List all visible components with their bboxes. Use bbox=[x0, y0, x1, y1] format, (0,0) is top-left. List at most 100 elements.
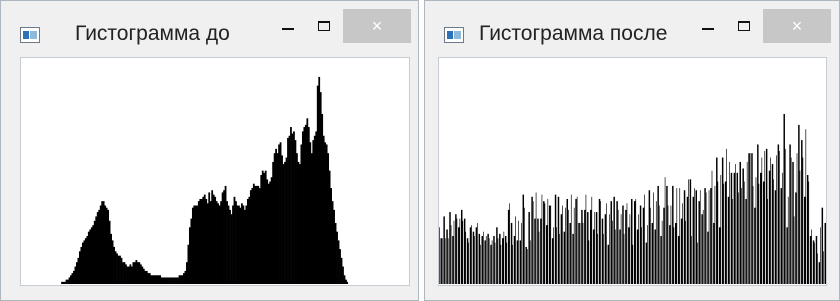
histogram-bar bbox=[482, 231, 484, 284]
histogram-bar bbox=[669, 225, 671, 284]
histogram-bar bbox=[774, 190, 777, 284]
histogram-bar bbox=[691, 236, 692, 284]
maximize-button[interactable] bbox=[731, 11, 757, 41]
histogram-bar bbox=[509, 203, 511, 284]
histogram-bar bbox=[622, 205, 624, 284]
histogram-bar bbox=[793, 216, 795, 284]
histogram-bar bbox=[667, 205, 669, 284]
histogram-bar bbox=[543, 201, 545, 284]
histogram-bar bbox=[767, 198, 769, 284]
histogram-bar bbox=[579, 222, 581, 284]
maximize-button[interactable] bbox=[311, 11, 337, 41]
histogram-bar bbox=[603, 233, 604, 284]
close-button[interactable]: × bbox=[763, 9, 831, 43]
histogram-bar bbox=[563, 231, 566, 284]
histogram-bar bbox=[738, 192, 739, 284]
histogram-bar bbox=[673, 227, 675, 284]
histogram-bar bbox=[528, 212, 530, 284]
minimize-icon bbox=[702, 28, 714, 30]
histogram-bar bbox=[776, 155, 777, 284]
histogram-bar bbox=[761, 157, 763, 284]
histogram-bar bbox=[654, 229, 656, 284]
histogram-bar bbox=[553, 227, 555, 284]
histogram-bar bbox=[644, 194, 645, 284]
histogram-bar bbox=[714, 185, 716, 284]
histogram-bar bbox=[600, 201, 601, 284]
histogram-bar bbox=[462, 220, 464, 284]
histogram-bar bbox=[695, 190, 697, 284]
histogram-bar bbox=[503, 231, 505, 284]
histogram-bar bbox=[591, 196, 593, 284]
histogram-bar bbox=[798, 124, 800, 284]
histogram-bar bbox=[796, 153, 798, 284]
histogram-bar bbox=[616, 201, 618, 284]
histogram-bar bbox=[817, 253, 818, 284]
histogram-bar bbox=[653, 192, 654, 284]
histogram-bar bbox=[764, 151, 766, 284]
histogram-bar bbox=[676, 188, 678, 284]
histogram-bar bbox=[680, 218, 683, 284]
histogram-bar bbox=[713, 222, 715, 284]
minimize-button[interactable] bbox=[695, 11, 721, 41]
histogram-bar bbox=[606, 203, 607, 284]
histogram-bar bbox=[704, 188, 706, 284]
histogram-bar bbox=[458, 227, 460, 284]
histogram-bar bbox=[754, 207, 756, 284]
app-icon bbox=[20, 27, 40, 43]
histogram-bar bbox=[465, 231, 467, 284]
histogram-bar bbox=[716, 157, 718, 284]
minimize-button[interactable] bbox=[275, 11, 301, 41]
histogram-bar bbox=[576, 196, 578, 284]
histogram-bar bbox=[466, 238, 469, 284]
histogram-before-chart bbox=[61, 76, 349, 285]
histogram-bar bbox=[710, 188, 712, 284]
histogram-bar bbox=[619, 229, 621, 284]
histogram-bar bbox=[802, 157, 804, 284]
histogram-bar bbox=[546, 225, 548, 284]
histogram-bar bbox=[745, 198, 747, 284]
histogram-bar bbox=[534, 218, 536, 284]
histogram-canvas bbox=[20, 57, 410, 286]
histogram-bar bbox=[522, 194, 525, 284]
histogram-bar bbox=[795, 192, 797, 284]
histogram-bar bbox=[532, 201, 534, 284]
histogram-bar bbox=[481, 236, 483, 284]
histogram-bar bbox=[809, 236, 812, 284]
histogram-bar bbox=[578, 222, 580, 284]
histogram-bar bbox=[777, 144, 780, 284]
histogram-bar bbox=[455, 214, 457, 284]
histogram-bar bbox=[784, 148, 786, 284]
histogram-bar bbox=[625, 209, 627, 284]
close-button[interactable]: × bbox=[343, 9, 411, 43]
histogram-bar bbox=[743, 181, 745, 284]
histogram-bar bbox=[444, 238, 446, 284]
title-bar[interactable]: Гистограмма после × bbox=[425, 1, 839, 53]
histogram-bar bbox=[685, 220, 686, 284]
title-bar[interactable]: Гистограмма до × bbox=[1, 1, 418, 53]
histogram-bar bbox=[493, 236, 495, 284]
histogram-bar bbox=[446, 229, 448, 284]
histogram-bar bbox=[720, 175, 722, 284]
histogram-bar bbox=[500, 244, 502, 284]
histogram-bar bbox=[633, 201, 636, 284]
histogram-bar bbox=[789, 144, 791, 284]
histogram-bar bbox=[823, 251, 824, 284]
histogram-canvas bbox=[438, 57, 827, 286]
histogram-bar bbox=[472, 231, 475, 284]
histogram-bar bbox=[768, 170, 771, 284]
histogram-bar bbox=[569, 222, 571, 284]
histogram-bar bbox=[609, 214, 610, 284]
histogram-bar bbox=[570, 194, 572, 284]
histogram-bar bbox=[550, 205, 552, 284]
histogram-bar bbox=[655, 201, 657, 284]
histogram-bar bbox=[556, 227, 557, 284]
histogram-bar bbox=[648, 190, 651, 284]
histogram-bar bbox=[510, 222, 513, 284]
histogram-bar bbox=[469, 227, 472, 284]
histogram-bar bbox=[686, 196, 689, 284]
histogram-bar bbox=[581, 209, 583, 284]
histogram-bar bbox=[614, 229, 616, 284]
histogram-bar bbox=[551, 238, 554, 284]
histogram-bar bbox=[730, 172, 733, 284]
histogram-bar bbox=[346, 281, 349, 284]
